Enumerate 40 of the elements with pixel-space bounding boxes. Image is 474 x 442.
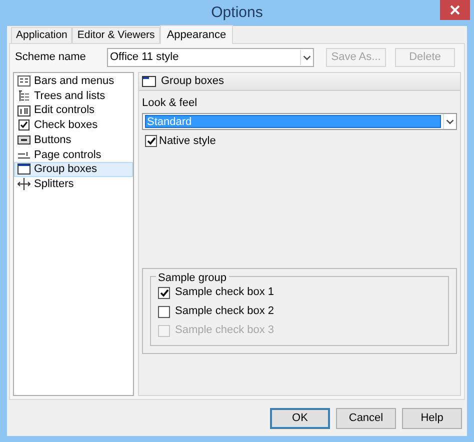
field-label: Scheme name bbox=[14, 50, 87, 65]
dialog-button[interactable]: Cancel bbox=[336, 408, 396, 429]
window-icon bbox=[17, 162, 31, 176]
category-item[interactable]: Buttons bbox=[14, 132, 133, 148]
splitter-icon bbox=[17, 177, 31, 192]
button-icon bbox=[17, 133, 31, 148]
checkbox[interactable] bbox=[158, 286, 170, 298]
scheme-dropdown[interactable]: Office 11 style bbox=[107, 48, 314, 66]
category-item[interactable]: Check boxes bbox=[14, 118, 133, 133]
checkbox-label: Sample check box 2 bbox=[175, 304, 274, 320]
check-icon bbox=[146, 136, 156, 145]
checkbox-label: Native style bbox=[159, 134, 216, 148]
dialog-button[interactable]: OK bbox=[270, 408, 330, 429]
tab[interactable]: Editor & Viewers bbox=[72, 27, 160, 43]
text-field-icon bbox=[17, 104, 31, 118]
check-icon bbox=[160, 288, 168, 296]
tab[interactable]: Appearance bbox=[160, 25, 234, 44]
dialog-button[interactable]: Help bbox=[402, 408, 462, 429]
category-item[interactable]: Group boxes bbox=[14, 162, 133, 177]
group-title: Sample group bbox=[156, 270, 228, 286]
field-label: Look & feel bbox=[142, 96, 198, 111]
checkbox-icon bbox=[17, 118, 31, 132]
tree-icon bbox=[17, 89, 31, 104]
dropdown-arrow-icon bbox=[300, 50, 313, 64]
checkbox[interactable] bbox=[145, 134, 157, 147]
category-item[interactable]: Edit controls bbox=[14, 103, 133, 118]
category-item[interactable]: Page controls bbox=[14, 147, 133, 162]
window-title: Options bbox=[211, 2, 263, 23]
window-icon bbox=[142, 76, 156, 87]
checkbox-label: Sample check box 3 bbox=[175, 323, 274, 338]
checkbox[interactable] bbox=[158, 306, 170, 318]
close-button[interactable] bbox=[440, 0, 470, 20]
panel-title: Group boxes bbox=[161, 74, 224, 90]
category-item[interactable]: Trees and lists bbox=[14, 88, 133, 104]
dropdown-arrow-icon bbox=[443, 114, 456, 128]
category-item[interactable]: Bars and menus bbox=[14, 74, 133, 89]
checkbox-label: Sample check box 1 bbox=[175, 285, 274, 300]
tab[interactable]: Application bbox=[11, 27, 72, 43]
category-item[interactable]: Splitters bbox=[14, 176, 133, 192]
close-icon bbox=[450, 5, 460, 15]
